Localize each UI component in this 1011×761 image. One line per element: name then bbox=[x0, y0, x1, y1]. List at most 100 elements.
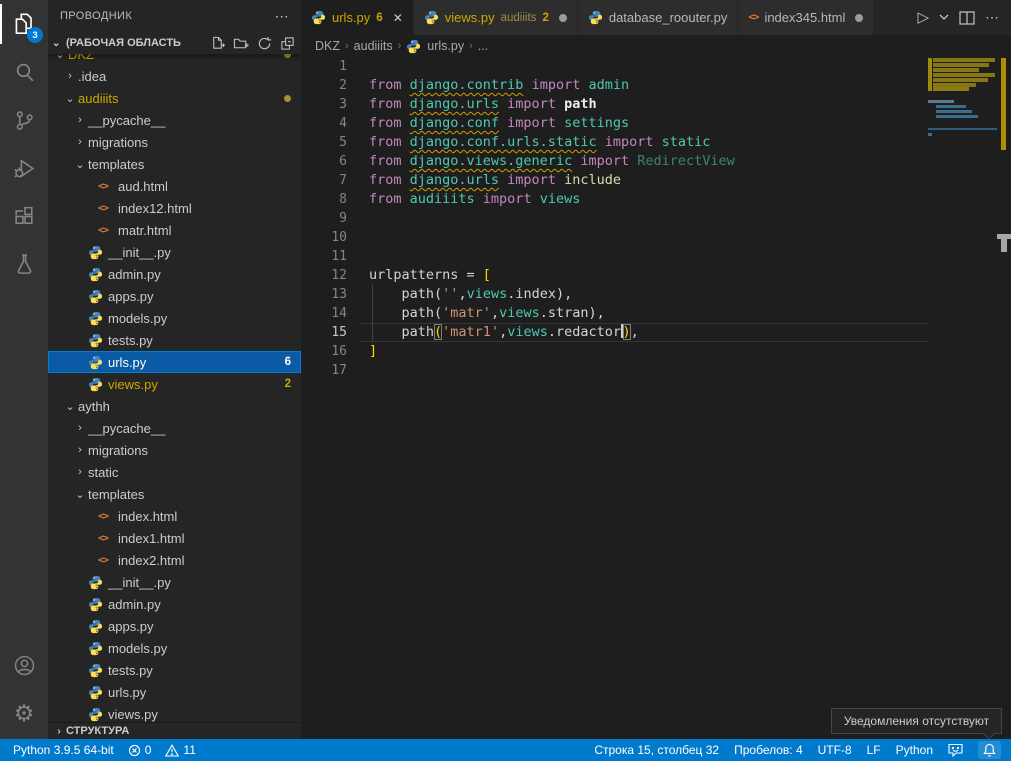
workspace-label: (РАБОЧАЯ ОБЛАСТЬ) ... bbox=[66, 37, 181, 49]
tree-item-tests.py[interactable]: tests.py bbox=[48, 659, 301, 681]
new-file-icon[interactable] bbox=[210, 36, 225, 51]
python-file-icon bbox=[88, 355, 108, 370]
tree-item-views.py[interactable]: views.py2 bbox=[48, 373, 301, 395]
problem-count-badge: 2 bbox=[285, 378, 291, 390]
run-dropdown-chevron-icon[interactable] bbox=[939, 14, 949, 21]
split-editor-icon[interactable] bbox=[959, 11, 975, 25]
tree-item-migrations[interactable]: ›migrations bbox=[48, 439, 301, 461]
tree-item-index12.html[interactable]: <>index12.html bbox=[48, 197, 301, 219]
tree-item-index1.html[interactable]: <>index1.html bbox=[48, 527, 301, 549]
tab-index345.html[interactable]: <>index345.html bbox=[738, 0, 874, 35]
code-line-4[interactable]: 4from django.conf import settings bbox=[301, 114, 928, 133]
tree-item-tests.py[interactable]: tests.py bbox=[48, 329, 301, 351]
tree-item-admin.py[interactable]: admin.py bbox=[48, 593, 301, 615]
tree-item-__pycache__[interactable]: ›__pycache__ bbox=[48, 417, 301, 439]
breadcrumb-item-...[interactable]: ... bbox=[478, 39, 488, 53]
code-line-16[interactable]: 16] bbox=[301, 342, 928, 361]
tree-item-models.py[interactable]: models.py bbox=[48, 307, 301, 329]
tree-item-urls.py[interactable]: urls.py bbox=[48, 681, 301, 703]
collapse-folders-icon[interactable] bbox=[280, 36, 295, 51]
python-file-icon bbox=[88, 641, 108, 656]
tree-item-.idea[interactable]: ›.idea bbox=[48, 65, 301, 87]
overview-ruler[interactable] bbox=[997, 57, 1011, 739]
code-line-7[interactable]: 7from django.urls import include bbox=[301, 171, 928, 190]
tree-item-admin.py[interactable]: admin.py bbox=[48, 263, 301, 285]
status-error[interactable]: 0 bbox=[128, 743, 152, 757]
code-line-8[interactable]: 8from audiiits import views bbox=[301, 190, 928, 209]
tree-item-audiiits[interactable]: ⌄audiiits bbox=[48, 87, 301, 109]
code-line-14[interactable]: 14 path('matr',views.stran), bbox=[301, 304, 928, 323]
tree-item-static[interactable]: ›static bbox=[48, 461, 301, 483]
tree-item-__pycache__[interactable]: ›__pycache__ bbox=[48, 109, 301, 131]
minimap[interactable] bbox=[928, 57, 997, 739]
code-line-11[interactable]: 11 bbox=[301, 247, 928, 266]
code-line-9[interactable]: 9 bbox=[301, 209, 928, 228]
code-line-3[interactable]: 3from django.urls import path bbox=[301, 95, 928, 114]
code-line-5[interactable]: 5from django.conf.urls.static import sta… bbox=[301, 133, 928, 152]
code-area: 12from django.contrib import admin3from … bbox=[301, 57, 1011, 739]
dirty-dot-icon[interactable] bbox=[559, 14, 567, 22]
explorer-more-icon[interactable]: ⋯ bbox=[275, 8, 289, 25]
new-folder-icon[interactable] bbox=[233, 36, 249, 51]
tree-item-index.html[interactable]: <>index.html bbox=[48, 505, 301, 527]
breadcrumb-separator: › bbox=[345, 40, 349, 52]
status-warning[interactable]: 11 bbox=[165, 743, 195, 757]
breadcrumb-item-urls.py[interactable]: urls.py bbox=[406, 39, 464, 54]
code-line-1[interactable]: 1 bbox=[301, 57, 928, 76]
code-line-15[interactable]: 15 path('matr1',views.redactor), bbox=[301, 323, 928, 342]
html-file-icon: <> bbox=[98, 181, 118, 192]
code-line-17[interactable]: 17 bbox=[301, 361, 928, 380]
workspace-section-header[interactable]: ⌄ (РАБОЧАЯ ОБЛАСТЬ) ... bbox=[48, 32, 301, 54]
tab-urls.py[interactable]: urls.py6✕ bbox=[301, 0, 414, 35]
tree-item-DKZ[interactable]: ⌄DKZ bbox=[48, 54, 301, 65]
breadcrumb-item-DKZ[interactable]: DKZ bbox=[315, 39, 340, 53]
editor-more-actions-icon[interactable]: ⋯ bbox=[985, 9, 999, 26]
close-tab-icon[interactable]: ✕ bbox=[393, 11, 403, 25]
outline-section-header[interactable]: › СТРУКТУРА bbox=[48, 722, 301, 739]
tree-item-__init__.py[interactable]: __init__.py bbox=[48, 571, 301, 593]
status-feedback-icon[interactable] bbox=[948, 743, 963, 757]
code-line-13[interactable]: 13 path('',views.index), bbox=[301, 285, 928, 304]
source-control-icon[interactable] bbox=[0, 96, 48, 144]
tree-item-templates[interactable]: ⌄templates bbox=[48, 153, 301, 175]
settings-gear-icon[interactable]: ⚙ bbox=[0, 689, 48, 737]
tree-item-index2.html[interactable]: <>index2.html bbox=[48, 549, 301, 571]
tree-item-migrations[interactable]: ›migrations bbox=[48, 131, 301, 153]
status-python-3-9-5-64-bit[interactable]: Python 3.9.5 64-bit bbox=[13, 743, 114, 757]
run-debug-icon[interactable] bbox=[0, 144, 48, 192]
tree-item-urls.py[interactable]: urls.py6 bbox=[48, 351, 301, 373]
outline-label: СТРУКТУРА bbox=[66, 725, 129, 737]
refresh-icon[interactable] bbox=[257, 36, 272, 51]
extensions-icon[interactable] bbox=[0, 192, 48, 240]
tab-database_roouter.py[interactable]: database_roouter.py bbox=[578, 0, 739, 35]
status-bell-icon[interactable] bbox=[978, 741, 1001, 759]
tree-item-apps.py[interactable]: apps.py bbox=[48, 285, 301, 307]
code-lines[interactable]: 12from django.contrib import admin3from … bbox=[301, 57, 928, 380]
tree-item-aud.html[interactable]: <>aud.html bbox=[48, 175, 301, 197]
status-python[interactable]: Python bbox=[896, 743, 933, 757]
testing-icon[interactable] bbox=[0, 240, 48, 288]
minimap-code-mark bbox=[928, 128, 997, 130]
tab-views.py[interactable]: views.pyaudiiits2 bbox=[414, 0, 578, 35]
code-line-2[interactable]: 2from django.contrib import admin bbox=[301, 76, 928, 95]
tree-item-templates[interactable]: ⌄templates bbox=[48, 483, 301, 505]
tree-item-models.py[interactable]: models.py bbox=[48, 637, 301, 659]
tree-item-__init__.py[interactable]: __init__.py bbox=[48, 241, 301, 263]
status-lf[interactable]: LF bbox=[867, 743, 881, 757]
tree-item-apps.py[interactable]: apps.py bbox=[48, 615, 301, 637]
code-line-12[interactable]: 12urlpatterns = [ bbox=[301, 266, 928, 285]
status-строка-15-столбец-32[interactable]: Строка 15, столбец 32 bbox=[594, 743, 719, 757]
tree-item-aythh[interactable]: ⌄aythh bbox=[48, 395, 301, 417]
status-utf-8[interactable]: UTF-8 bbox=[818, 743, 852, 757]
run-python-file-icon[interactable]: ▷ bbox=[917, 10, 929, 25]
code-line-6[interactable]: 6from django.views.generic import Redire… bbox=[301, 152, 928, 171]
explorer-icon[interactable]: 3 bbox=[0, 0, 48, 48]
code-line-10[interactable]: 10 bbox=[301, 228, 928, 247]
tree-item-matr.html[interactable]: <>matr.html bbox=[48, 219, 301, 241]
status-пробелов-4[interactable]: Пробелов: 4 bbox=[734, 743, 803, 757]
tree-item-views.py[interactable]: views.py bbox=[48, 703, 301, 722]
dirty-dot-icon[interactable] bbox=[855, 14, 863, 22]
breadcrumb-item-audiiits[interactable]: audiiits bbox=[354, 39, 393, 53]
search-icon[interactable] bbox=[0, 48, 48, 96]
account-icon[interactable] bbox=[0, 641, 48, 689]
